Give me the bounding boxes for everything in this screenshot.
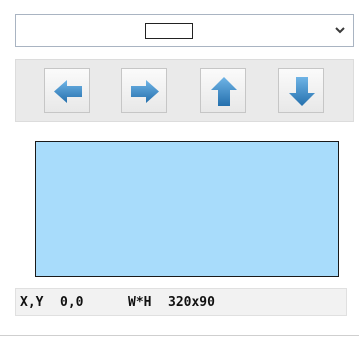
status-bar: X,Y 0,0 W*H 320x90 — [15, 288, 347, 316]
shape-panel: X,Y 0,0 W*H 320x90 — [0, 0, 359, 339]
move-right-button[interactable] — [121, 68, 167, 113]
chevron-down-icon — [335, 27, 345, 34]
arrow-right-icon — [131, 80, 159, 103]
rectangle-outline-icon — [145, 23, 193, 39]
arrow-up-icon — [211, 77, 237, 106]
arrow-toolbar — [15, 59, 354, 122]
move-down-button[interactable] — [278, 68, 324, 113]
size-value: 320x90 — [168, 295, 215, 310]
shape-preview[interactable] — [35, 141, 339, 277]
position-label: X,Y — [20, 295, 44, 310]
size-label: W*H — [128, 295, 152, 310]
move-up-button[interactable] — [200, 68, 246, 113]
divider — [0, 335, 359, 336]
shape-dropdown[interactable] — [15, 14, 354, 47]
position-value: 0,0 — [60, 295, 84, 310]
arrow-left-icon — [54, 80, 82, 103]
move-left-button[interactable] — [44, 68, 90, 113]
arrow-down-icon — [289, 77, 315, 106]
